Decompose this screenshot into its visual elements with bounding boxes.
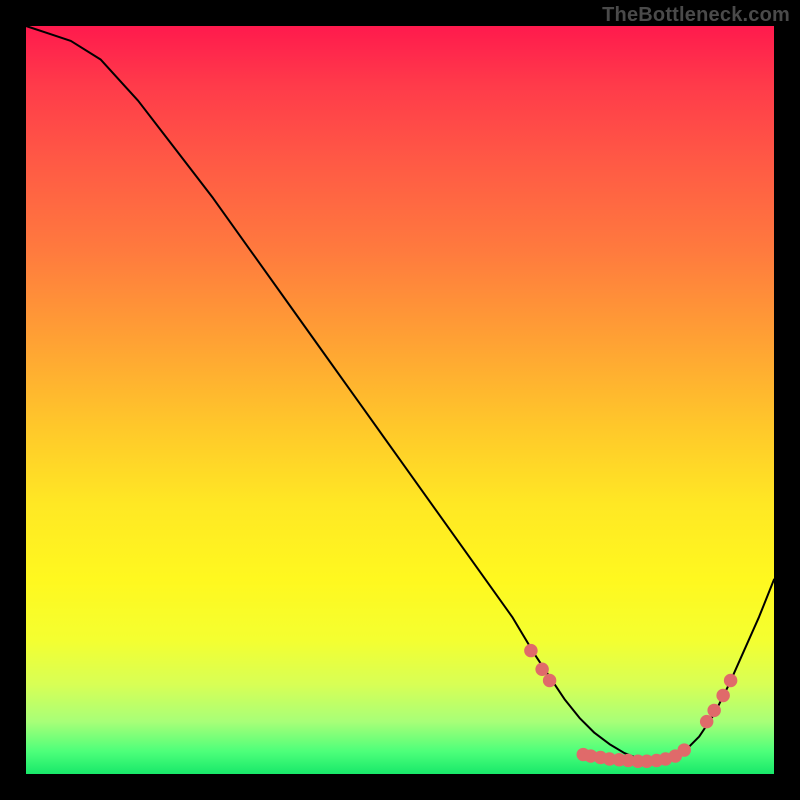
plot-area [26,26,774,774]
marker-dot [724,674,737,687]
marker-group [524,644,737,768]
marker-dot [524,644,537,657]
bottleneck-curve [26,26,774,762]
marker-dot [543,674,556,687]
marker-dot [678,743,691,756]
marker-dot [700,715,713,728]
marker-dot [716,689,729,702]
marker-dot [707,704,720,717]
chart-frame: TheBottleneck.com [0,0,800,800]
watermark-text: TheBottleneck.com [602,4,790,27]
marker-dot [535,663,548,676]
curve-layer [26,26,774,774]
